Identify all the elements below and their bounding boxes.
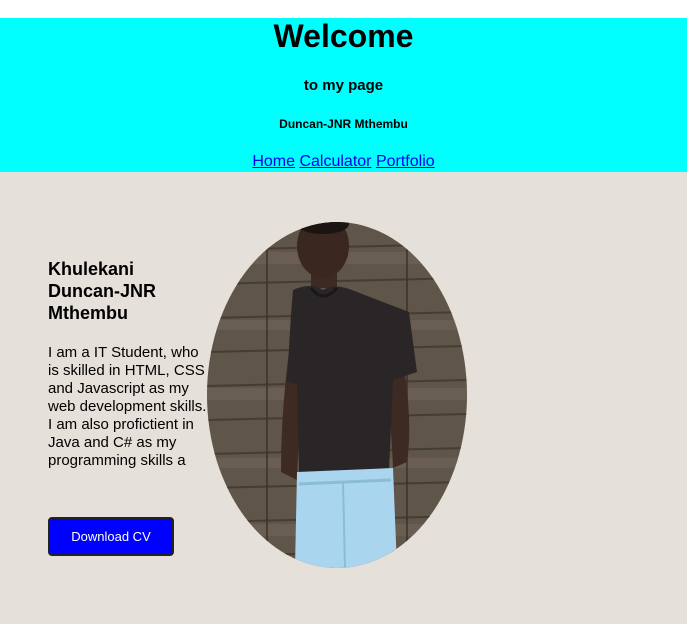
- main-section: Khulekani Duncan-JNR Mthembu I am a IT S…: [0, 172, 687, 624]
- nav-link-home[interactable]: Home: [252, 153, 295, 170]
- profile-bio: I am a IT Student, who is skilled in HTM…: [48, 344, 207, 469]
- profile-name: Khulekani Duncan-JNR Mthembu: [48, 259, 157, 323]
- header: Welcome to my page Duncan-JNR Mthembu Ho…: [0, 18, 687, 172]
- author-name: Duncan-JNR Mthembu: [279, 117, 408, 131]
- nav-bar: Home Calculator Portfolio: [0, 153, 687, 171]
- profile-photo: [207, 222, 467, 568]
- page-title: Welcome: [273, 18, 414, 54]
- page-subtitle: to my page: [303, 77, 384, 94]
- nav-link-portfolio[interactable]: Portfolio: [376, 153, 435, 170]
- nav-link-calculator[interactable]: Calculator: [299, 153, 371, 170]
- download-cv-button[interactable]: Download CV: [48, 517, 174, 556]
